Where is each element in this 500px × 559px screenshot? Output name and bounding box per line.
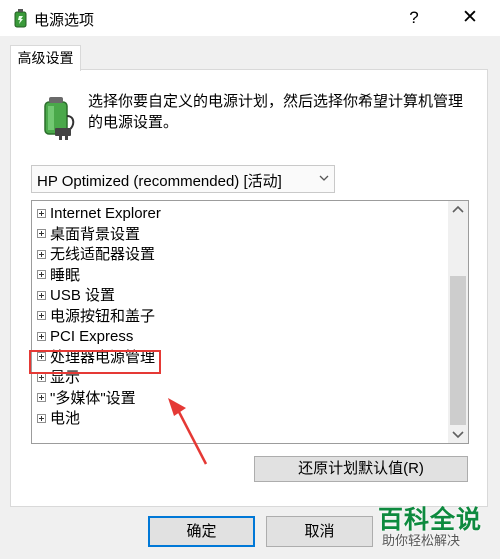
watermark-logo: 百科全说 助你轻松解决 (370, 500, 492, 550)
expand-icon[interactable] (37, 229, 46, 239)
battery-plug-icon (44, 97, 75, 140)
expand-icon[interactable] (37, 270, 46, 280)
power-plan-value: HP Optimized (recommended) [活动] (37, 173, 282, 190)
tree-item-label: USB 设置 (50, 287, 116, 304)
ok-button[interactable]: 确定 (148, 516, 255, 547)
power-options-icon (14, 9, 27, 28)
tree-item-sleep[interactable]: 睡眠 (37, 266, 80, 286)
tree-item-label: PCI Express (50, 328, 134, 345)
window-title: 电源选项 (34, 12, 95, 29)
title-bar: 电源选项 ? ✕ (0, 0, 500, 36)
tree-item-usb[interactable]: USB 设置 (37, 286, 115, 306)
tree-item-label: 无线适配器设置 (50, 246, 156, 263)
tree-item-internet-explorer[interactable]: Internet Explorer (37, 204, 161, 224)
annotation-highlight-box (29, 350, 161, 374)
tree-item-label: 桌面背景设置 (50, 225, 141, 243)
tree-item-label: 睡眠 (50, 266, 81, 284)
tree-item-wireless-adapter[interactable]: 无线适配器设置 (37, 245, 155, 265)
tree-item-battery[interactable]: 电池 (37, 409, 80, 429)
settings-tree[interactable]: Internet Explorer 桌面背景设置 无线适配器设置 睡眠 USB … (31, 200, 469, 444)
power-plan-dropdown[interactable]: HP Optimized (recommended) [活动] (31, 165, 335, 193)
expand-icon[interactable] (37, 311, 46, 321)
tree-item-label: 电源按钮和盖子 (50, 307, 156, 325)
annotation-arrow-icon (168, 398, 208, 465)
tree-item-multimedia[interactable]: "多媒体"设置 (37, 389, 136, 409)
vertical-scrollbar[interactable] (448, 201, 468, 443)
scroll-down-icon[interactable] (448, 425, 468, 443)
help-button[interactable]: ? (402, 6, 426, 30)
cancel-button[interactable]: 取消 (266, 516, 373, 547)
expand-icon[interactable] (37, 331, 46, 341)
chevron-down-icon (319, 175, 329, 181)
tree-item-label: 电池 (50, 410, 81, 427)
tree-item-label: "多媒体"设置 (50, 389, 136, 407)
tree-item-pci-express[interactable]: PCI Express (37, 327, 133, 347)
tree-item-power-buttons[interactable]: 电源按钮和盖子 (37, 307, 155, 327)
close-button[interactable]: ✕ (458, 6, 482, 30)
scrollbar-thumb[interactable] (450, 276, 466, 425)
tab-advanced-settings[interactable]: 高级设置 (10, 45, 81, 71)
expand-icon[interactable] (37, 249, 46, 259)
tree-item-label: Internet Explorer (50, 205, 161, 222)
expand-icon[interactable] (37, 393, 46, 403)
description-text: 选择你要自定义的电源计划，然后选择你希望计算机管理的电源设置。 (88, 93, 464, 131)
advanced-settings-panel: 选择你要自定义的电源计划，然后选择你希望计算机管理的电源设置。 HP Optim… (10, 69, 488, 507)
expand-icon[interactable] (37, 208, 46, 218)
scroll-up-icon[interactable] (448, 201, 468, 219)
tree-item-desktop-background[interactable]: 桌面背景设置 (37, 225, 140, 245)
expand-icon[interactable] (37, 413, 46, 423)
watermark-subtitle: 助你轻松解决 (382, 533, 461, 548)
restore-defaults-button[interactable]: 还原计划默认值(R) (254, 456, 468, 482)
expand-icon[interactable] (37, 290, 46, 300)
